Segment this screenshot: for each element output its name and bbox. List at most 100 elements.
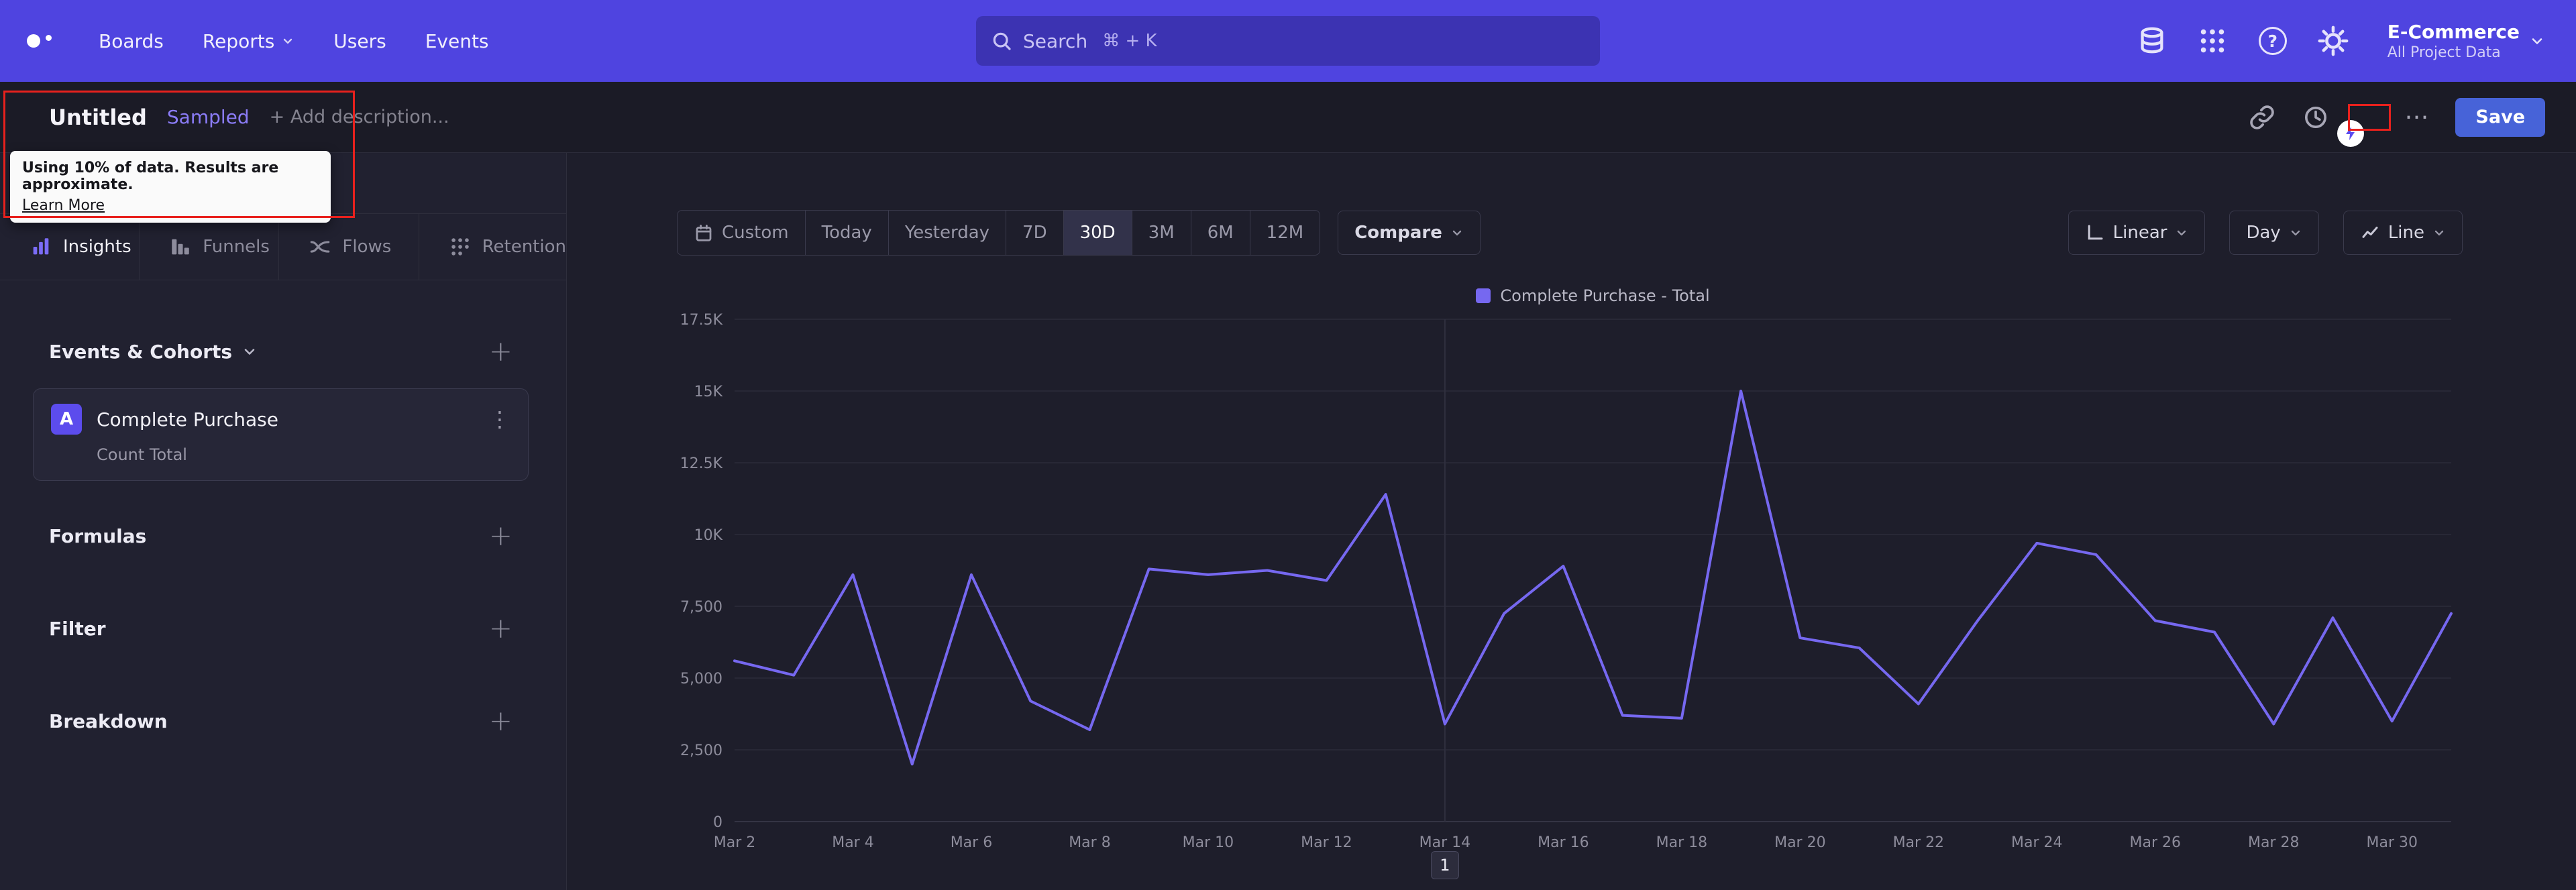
chart-panel: Custom Today Yesterday 7D 30D 3M 6M 12M Compare… bbox=[567, 153, 2576, 890]
events-cohorts-toggle[interactable]: Events & Cohorts bbox=[49, 341, 258, 363]
sampling-tooltip: Using 10% of data. Results are approxima… bbox=[10, 151, 331, 223]
project-switcher[interactable]: E-Commerce All Project Data bbox=[2387, 21, 2545, 61]
nav-item-users[interactable]: Users bbox=[333, 30, 386, 52]
nav-item-reports[interactable]: Reports bbox=[203, 30, 294, 52]
chevron-down-icon bbox=[281, 34, 294, 48]
chevron-down-icon bbox=[241, 343, 258, 359]
svg-text:Mar 26: Mar 26 bbox=[2130, 834, 2182, 851]
svg-text:Mar 12: Mar 12 bbox=[1301, 834, 1352, 851]
mixpanel-app: Boards Reports Users Events Search ⌘ + K ? … bbox=[0, 0, 2576, 890]
learn-more-link[interactable]: Learn More bbox=[22, 197, 105, 214]
svg-text:12.5K: 12.5K bbox=[680, 455, 723, 472]
svg-text:Mar 20: Mar 20 bbox=[1774, 834, 1826, 851]
search-icon bbox=[991, 30, 1012, 52]
line-chart[interactable]: 0 2,500 5,000 7,500 10K 12.5K 15K 17.5K Mar 2 Mar… bbox=[567, 312, 2576, 883]
query-sidebar: Insights Funnels Flows Retention Events & C… bbox=[0, 153, 567, 890]
chevron-down-icon bbox=[2175, 226, 2188, 239]
tab-insights[interactable]: Insights bbox=[0, 214, 139, 280]
svg-text:Mar 2: Mar 2 bbox=[714, 834, 756, 851]
line-dropdown[interactable]: Line bbox=[2343, 211, 2463, 255]
svg-text:Mar 4: Mar 4 bbox=[832, 834, 874, 851]
add-formulas-button[interactable]: + bbox=[489, 522, 513, 550]
add-description-button[interactable]: + Add description... bbox=[270, 107, 449, 127]
funnels-icon bbox=[169, 235, 192, 258]
date-range-today[interactable]: Today bbox=[804, 211, 888, 255]
svg-text:2,500: 2,500 bbox=[680, 742, 722, 759]
svg-text:10K: 10K bbox=[694, 527, 723, 544]
chevron-down-icon bbox=[1450, 226, 1464, 239]
pagination-page-1[interactable]: 1 bbox=[1430, 851, 1459, 879]
date-range-yesterday[interactable]: Yesterday bbox=[888, 211, 1006, 255]
day-dropdown[interactable]: Day bbox=[2229, 211, 2319, 255]
chevron-down-icon bbox=[2289, 226, 2302, 239]
date-range-12m[interactable]: 12M bbox=[1249, 211, 1320, 255]
chart-area: 0 2,500 5,000 7,500 10K 12.5K 15K 17.5K Mar 2 Mar… bbox=[567, 312, 2576, 883]
date-range-3m[interactable]: 3M bbox=[1131, 211, 1191, 255]
toggle-knob bbox=[2337, 119, 2365, 147]
add-breakdown-button[interactable]: + bbox=[489, 707, 513, 735]
svg-text:Mar 16: Mar 16 bbox=[1538, 834, 1589, 851]
content-area: Insights Funnels Flows Retention Events & C… bbox=[0, 153, 2576, 890]
settings-gear-icon[interactable] bbox=[2318, 25, 2349, 56]
date-range-selector: Custom Today Yesterday 7D 30D 3M 6M 12M bbox=[677, 210, 1321, 256]
nav-item-events[interactable]: Events bbox=[425, 30, 489, 52]
mixpanel-logo[interactable] bbox=[27, 34, 52, 48]
compare-button[interactable]: Compare bbox=[1338, 211, 1481, 255]
sidebar-section-breakdown: Breakdown + bbox=[49, 704, 513, 737]
svg-text:Mar 10: Mar 10 bbox=[1183, 834, 1234, 851]
sampling-tooltip-text: Using 10% of data. Results are approxima… bbox=[22, 160, 279, 193]
project-scope: All Project Data bbox=[2387, 44, 2501, 61]
add-filter-button[interactable]: + bbox=[489, 614, 513, 643]
svg-text:Mar 28: Mar 28 bbox=[2248, 834, 2300, 851]
date-range-7d[interactable]: 7D bbox=[1006, 211, 1063, 255]
tab-retention[interactable]: Retention bbox=[418, 214, 566, 280]
svg-text:5,000: 5,000 bbox=[680, 671, 722, 687]
view-controls: Linear Day Line bbox=[2068, 211, 2463, 255]
chevron-down-icon bbox=[2529, 33, 2545, 49]
svg-text:Mar 14: Mar 14 bbox=[1419, 834, 1471, 851]
report-title-bar: Using 10% of data. Results are approxima… bbox=[0, 82, 2576, 223]
more-menu-button[interactable]: ⋯ bbox=[2404, 105, 2428, 129]
add-event-button[interactable]: + bbox=[489, 337, 513, 366]
date-range-30d[interactable]: 30D bbox=[1063, 211, 1132, 255]
apps-grid-icon[interactable] bbox=[2197, 25, 2228, 56]
svg-text:Mar 6: Mar 6 bbox=[951, 834, 993, 851]
insights-icon bbox=[30, 235, 52, 258]
linear-dropdown[interactable]: Linear bbox=[2068, 211, 2206, 255]
legend-label: Complete Purchase - Total bbox=[1500, 286, 1710, 305]
retention-icon bbox=[449, 235, 472, 258]
nav-item-boards[interactable]: Boards bbox=[99, 30, 164, 52]
svg-text:Mar 22: Mar 22 bbox=[1893, 834, 1945, 851]
calendar-icon bbox=[694, 223, 714, 243]
sampled-badge[interactable]: Sampled bbox=[167, 106, 250, 128]
svg-text:15K: 15K bbox=[694, 384, 723, 400]
search-input[interactable]: Search ⌘ + K bbox=[976, 16, 1600, 66]
history-icon[interactable] bbox=[2302, 104, 2329, 131]
share-link-icon[interactable] bbox=[2249, 104, 2275, 131]
event-options-kebab[interactable]: ⋮ bbox=[489, 406, 511, 432]
search-shortcut: ⌘ + K bbox=[1102, 31, 1157, 51]
lightning-bolt-icon bbox=[2346, 126, 2355, 140]
legend-swatch bbox=[1476, 288, 1491, 303]
sidebar-section-formulas: Formulas + bbox=[49, 519, 513, 552]
save-button[interactable]: Save bbox=[2455, 97, 2545, 137]
tab-funnels[interactable]: Funnels bbox=[139, 214, 278, 280]
report-type-tabs: Insights Funnels Flows Retention bbox=[0, 213, 566, 280]
date-range-6m[interactable]: 6M bbox=[1190, 211, 1250, 255]
tab-flows[interactable]: Flows bbox=[278, 214, 418, 280]
chevron-down-icon bbox=[2432, 226, 2446, 239]
database-icon[interactable] bbox=[2137, 25, 2167, 56]
chart-legend: Complete Purchase - Total bbox=[735, 286, 2451, 306]
event-metric[interactable]: Count Total bbox=[97, 445, 511, 464]
event-name[interactable]: Complete Purchase bbox=[97, 408, 474, 431]
event-card[interactable]: A Complete Purchase ⋮ Count Total bbox=[33, 388, 529, 481]
svg-text:7,500: 7,500 bbox=[680, 599, 722, 616]
help-icon[interactable]: ? bbox=[2257, 25, 2288, 56]
date-range-custom[interactable]: Custom bbox=[678, 211, 805, 255]
report-title[interactable]: Untitled bbox=[49, 105, 147, 130]
chart-toolbar: Custom Today Yesterday 7D 30D 3M 6M 12M Compare… bbox=[567, 210, 2576, 256]
svg-text:Mar 24: Mar 24 bbox=[2011, 834, 2063, 851]
events-cohorts-label: Events & Cohorts bbox=[49, 340, 233, 363]
svg-text:0: 0 bbox=[713, 814, 722, 831]
svg-text:Mar 8: Mar 8 bbox=[1069, 834, 1111, 851]
